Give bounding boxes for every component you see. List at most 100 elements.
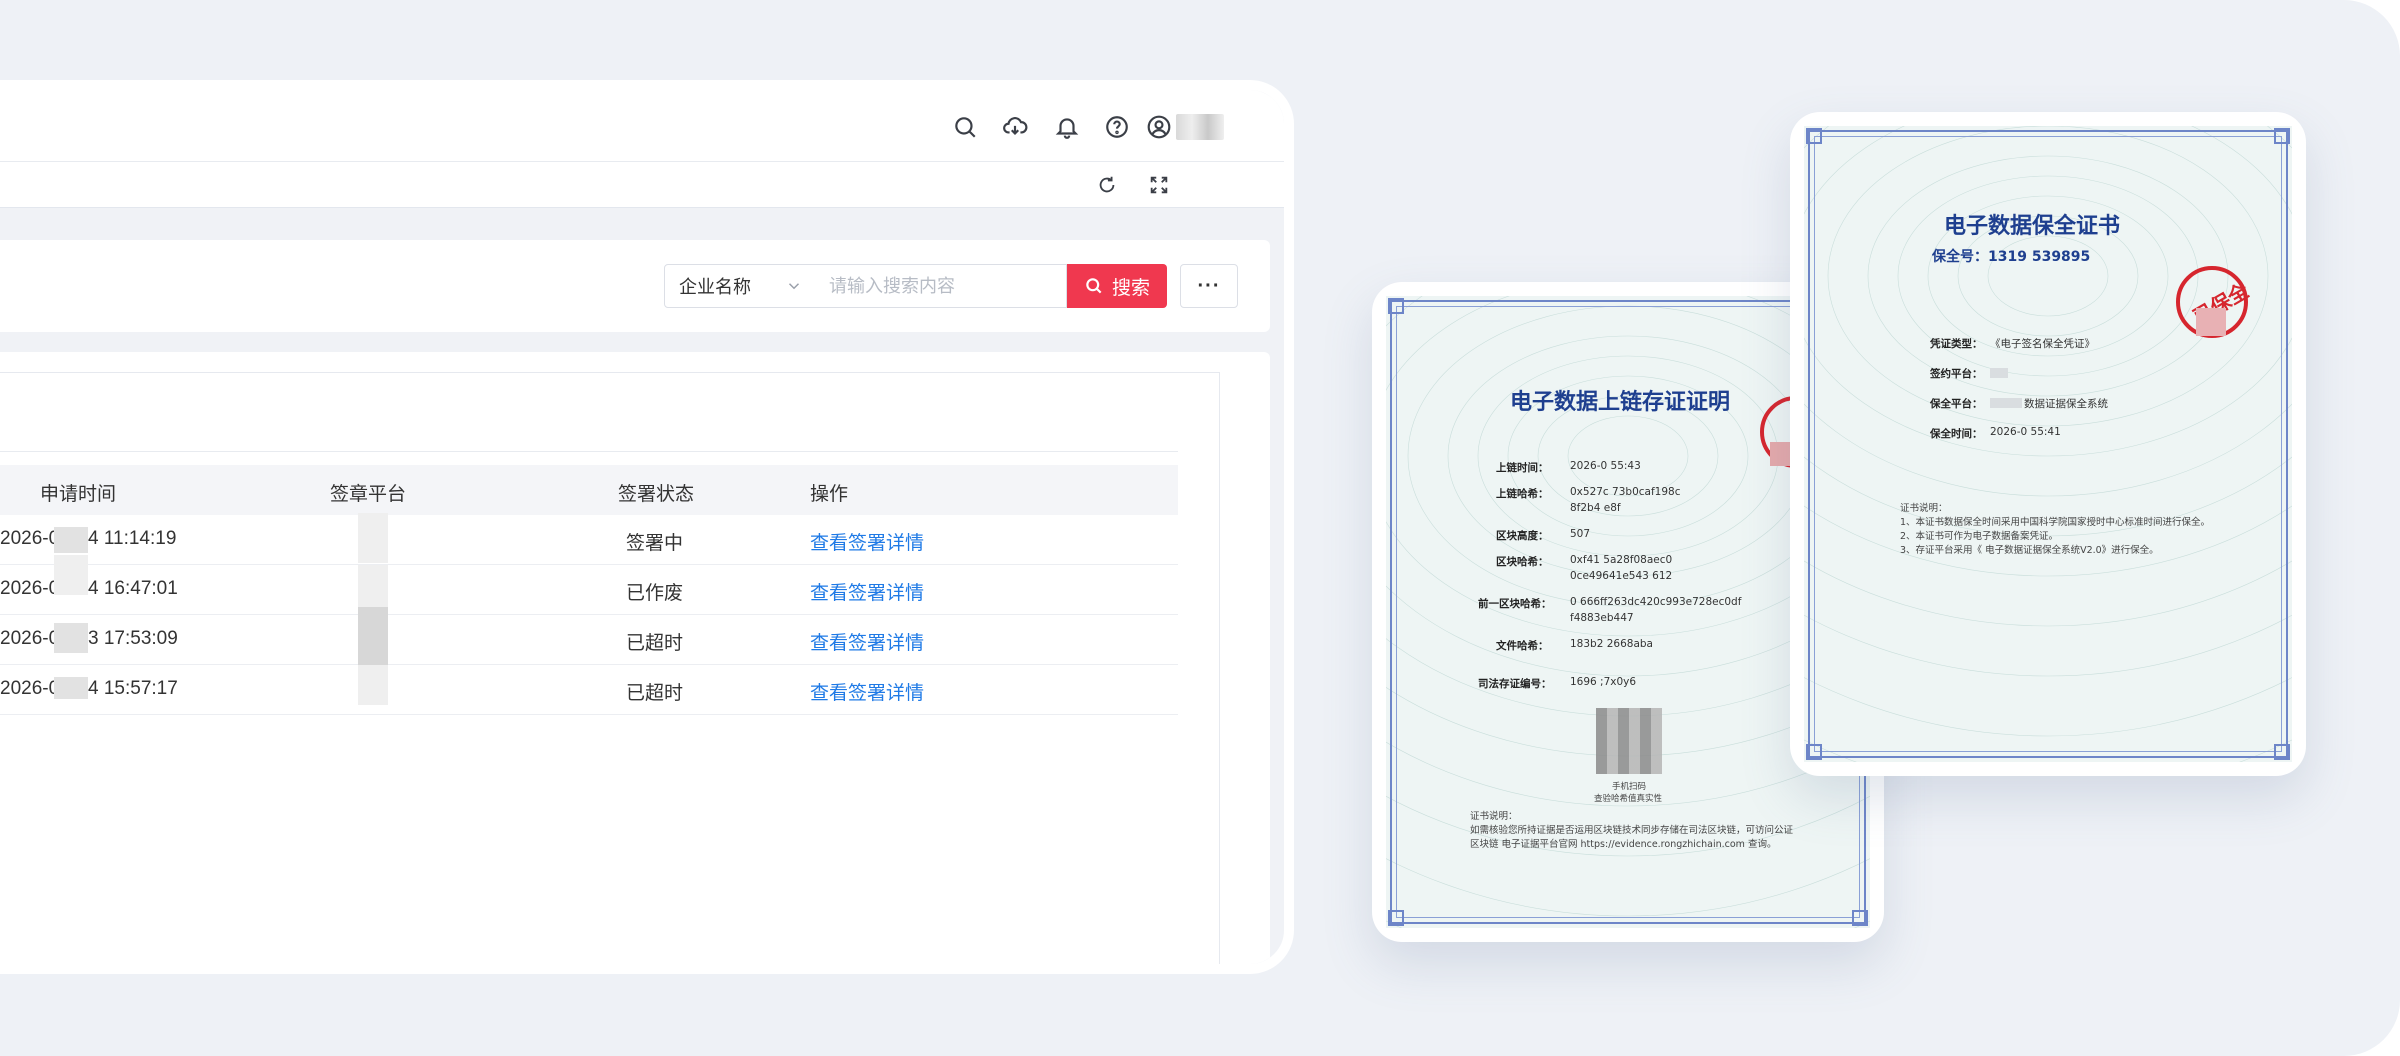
search-panel: 企业名称 搜索 ··· bbox=[0, 240, 1270, 332]
corner-ornament bbox=[2274, 128, 2290, 144]
cell-apply-time-prefix: 2026-0 bbox=[0, 578, 60, 599]
cell-status: 已作废 bbox=[626, 583, 684, 604]
chain-line-value: 507 bbox=[1570, 528, 1591, 540]
table-row: 2026-0 4 11:14:19 签署中 查看签署详情 bbox=[0, 513, 1178, 565]
corner-ornament bbox=[1852, 910, 1868, 926]
fullscreen-icon[interactable] bbox=[1146, 172, 1172, 198]
tab-bar bbox=[0, 162, 1284, 208]
search-icon[interactable] bbox=[950, 112, 980, 142]
view-sign-details-link[interactable]: 查看签署详情 bbox=[810, 578, 924, 605]
corner-ornament bbox=[1388, 910, 1404, 926]
preserve-note-line: 2、本证书可作为电子数据备案凭证。 bbox=[1900, 531, 2059, 542]
chain-note-line: 区块链 电子证据平台官网 https://evidence.rongzhicha… bbox=[1470, 839, 1777, 850]
user-name-redacted[interactable] bbox=[1176, 114, 1224, 140]
chain-line-value: 2026-0 55:43 bbox=[1570, 460, 1641, 472]
search-field-select[interactable]: 企业名称 bbox=[664, 264, 816, 308]
chain-line-value: 0 666ff263dc420c993e728ec0df bbox=[1570, 596, 1742, 608]
cloud-download-icon[interactable] bbox=[1000, 112, 1030, 142]
chevron-down-icon bbox=[785, 277, 803, 295]
table-header: 申请时间 签章平台 签署状态 操作 bbox=[0, 465, 1178, 515]
redacted-platform bbox=[358, 665, 388, 705]
preserve-line-value: 《电子签名保全凭证》 bbox=[1990, 338, 2095, 350]
search-button[interactable]: 搜索 bbox=[1067, 264, 1167, 308]
app-window: 企业名称 搜索 ··· 申请时间 签章平台 签署状态 操作 bbox=[0, 80, 1294, 974]
preservation-certificate: 电子数据保全证书 保全号：1319 539895 已保全 凭证类型： 《电子签名… bbox=[1804, 126, 2292, 762]
preserve-line-label: 凭证类型： bbox=[1930, 338, 1983, 350]
preserve-note-line: 3、存证平台采用《 电子数据证据保全系统V2.0》进行保全。 bbox=[1900, 545, 2159, 556]
preserve-note-line: 1、本证书数据保全时间采用中国科学院国家授时中心标准时间进行保全。 bbox=[1900, 517, 2211, 528]
view-sign-details-link[interactable]: 查看签署详情 bbox=[810, 678, 924, 705]
cell-apply-time-prefix: 2026-0 bbox=[0, 628, 60, 649]
chain-note-line: 如需核验您所持证据是否运用区块链技术同步存储在司法区块链，可访问公证 bbox=[1470, 825, 1794, 836]
corner-ornament bbox=[1806, 128, 1822, 144]
view-sign-details-link[interactable]: 查看签署详情 bbox=[810, 628, 924, 655]
chain-line-label: 上链哈希： bbox=[1496, 488, 1549, 500]
view-sign-details-link[interactable]: 查看签署详情 bbox=[810, 528, 924, 555]
cell-status: 已超时 bbox=[626, 633, 684, 654]
search-icon bbox=[1086, 278, 1102, 294]
chain-line-value: f4883eb447 bbox=[1570, 612, 1634, 624]
chain-line-value: 0xf41 5a28f08aec0 bbox=[1570, 554, 1673, 566]
corner-ornament bbox=[2274, 744, 2290, 760]
search-field-select-value: 企业名称 bbox=[679, 277, 751, 297]
preserve-line-label: 保全平台： bbox=[1930, 398, 1983, 410]
redacted-block bbox=[54, 555, 88, 595]
table-row: 2026-0 4 16:47:01 已作废 查看签署详情 bbox=[0, 555, 1178, 615]
column-header-apply-time: 申请时间 bbox=[40, 484, 117, 505]
chain-line-label: 上链时间： bbox=[1496, 462, 1549, 474]
search-input[interactable] bbox=[815, 264, 1067, 308]
cell-apply-time-suffix: 4 15:57:17 bbox=[88, 678, 178, 699]
redacted-block bbox=[54, 527, 88, 553]
cell-apply-time-suffix: 3 17:53:09 bbox=[88, 628, 178, 649]
chain-line-value: 8f2b4 e8f bbox=[1570, 502, 1621, 514]
chain-line-value: 1696 ;7x0y6 bbox=[1570, 676, 1637, 688]
redacted-platform bbox=[358, 513, 388, 563]
cell-apply-time-suffix: 4 16:47:01 bbox=[88, 578, 178, 599]
cell-apply-time-suffix: 4 11:14:19 bbox=[88, 528, 177, 549]
help-icon[interactable] bbox=[1102, 112, 1132, 142]
search-button-label: 搜索 bbox=[1111, 277, 1150, 299]
qr-caption-2: 查验哈希值真实性 bbox=[1594, 794, 1663, 804]
stage-background: 企业名称 搜索 ··· 申请时间 签章平台 签署状态 操作 bbox=[0, 0, 2400, 1056]
cell-status: 已超时 bbox=[626, 683, 684, 704]
chain-line-label: 司法存证编号： bbox=[1478, 678, 1552, 690]
cell-apply-time-prefix: 2026-0 bbox=[0, 528, 60, 549]
refresh-icon[interactable] bbox=[1094, 172, 1120, 198]
table-row: 2026-0 4 15:57:17 已超时 查看签署详情 bbox=[0, 665, 1178, 715]
table-row: 2026-0 3 17:53:09 已超时 查看签署详情 bbox=[0, 607, 1178, 667]
chain-line-label: 前一区块哈希： bbox=[1478, 598, 1552, 610]
cell-apply-time-prefix: 2026-0 bbox=[0, 678, 60, 699]
table-toolbar-divider bbox=[0, 451, 1178, 452]
more-options-button[interactable]: ··· bbox=[1180, 264, 1238, 308]
chain-note-title: 证书说明： bbox=[1470, 811, 1518, 822]
chain-line-label: 文件哈希： bbox=[1496, 640, 1549, 652]
chain-line-value: 0x527c 73b0caf198c bbox=[1570, 486, 1681, 498]
table-container: 申请时间 签章平台 签署状态 操作 2026-0 4 11:14:19 签署中 … bbox=[0, 372, 1220, 964]
redacted-stamp-block bbox=[2196, 308, 2226, 336]
redacted-block bbox=[54, 623, 88, 653]
preserve-line-label: 保全时间： bbox=[1930, 428, 1983, 440]
redacted-block bbox=[54, 677, 88, 699]
redacted-platform bbox=[358, 607, 388, 667]
preserve-line-value: 2026-0 55:41 bbox=[1990, 426, 2061, 438]
preserve-note-title: 证书说明： bbox=[1900, 503, 1948, 514]
column-header-action: 操作 bbox=[810, 484, 849, 505]
preservation-number: 保全号：1319 539895 bbox=[1932, 249, 2091, 265]
corner-ornament bbox=[1388, 298, 1404, 314]
corner-ornament bbox=[1806, 744, 1822, 760]
cell-status: 签署中 bbox=[626, 533, 684, 554]
column-header-platform: 签章平台 bbox=[330, 484, 407, 505]
preservation-certificate-card: 电子数据保全证书 保全号：1319 539895 已保全 凭证类型： 《电子签名… bbox=[1790, 112, 2306, 776]
redacted-platform bbox=[358, 565, 388, 611]
chain-line-value: 0ce49641e543 612 bbox=[1570, 570, 1673, 582]
bell-icon[interactable] bbox=[1052, 112, 1082, 142]
column-header-status: 签署状态 bbox=[618, 484, 695, 505]
preservation-certificate-title: 电子数据保全证书 bbox=[1944, 214, 2121, 239]
user-icon[interactable] bbox=[1144, 112, 1174, 142]
preserve-line-value: 数据证据保全系统 bbox=[2024, 398, 2108, 410]
top-header bbox=[0, 90, 1284, 162]
table-panel: 申请时间 签章平台 签署状态 操作 2026-0 4 11:14:19 签署中 … bbox=[0, 352, 1270, 964]
qr-code-redacted bbox=[1596, 708, 1662, 774]
redacted-block bbox=[1990, 368, 2008, 378]
chain-certificate-title: 电子数据上链存证证明 bbox=[1510, 390, 1731, 415]
